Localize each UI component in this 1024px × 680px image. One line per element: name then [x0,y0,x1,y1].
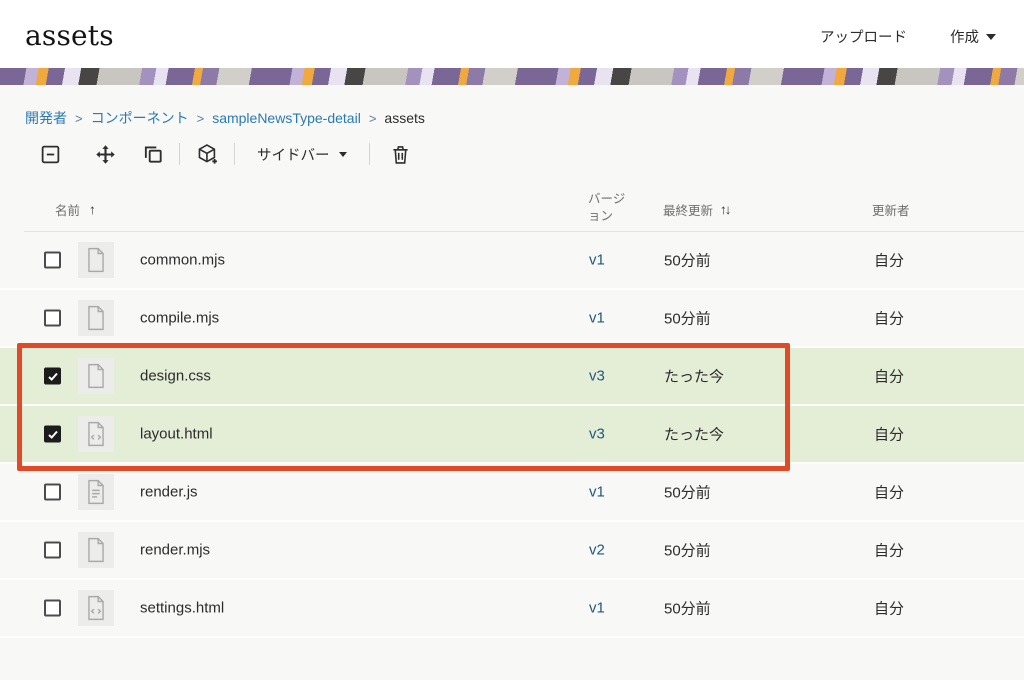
column-header-modifier[interactable]: 更新者 [872,200,910,219]
modified-by: 自分 [874,482,904,503]
app-header: assets アップロード 作成 [0,0,1024,68]
last-modified: たった今 [664,366,724,387]
delete-button[interactable] [390,141,411,167]
modified-by: 自分 [874,598,904,619]
row-checkbox-checked[interactable] [44,426,61,443]
column-header-name-label: 名前 [55,200,80,219]
copy-icon [142,143,164,165]
column-header-modified-label: 最終更新 [663,200,713,219]
file-name[interactable]: common.mjs [140,252,225,269]
page-title: assets [25,19,114,52]
cube-add-icon [196,143,219,166]
last-modified: 50分前 [664,540,711,561]
deselect-icon [40,144,61,165]
move-icon [95,144,116,165]
breadcrumb-assets-current: assets [384,110,424,126]
version-link[interactable]: v1 [589,310,605,327]
componentize-button[interactable] [196,141,219,167]
file-name[interactable]: render.mjs [140,542,210,559]
toolbar-divider [369,143,370,165]
copy-button[interactable] [142,141,164,167]
version-link[interactable]: v2 [589,542,605,559]
column-header-modified[interactable]: 最終更新 ↑↓ [663,200,730,219]
move-button[interactable] [95,141,116,167]
last-modified: 50分前 [664,482,711,503]
file-name[interactable]: render.js [140,484,198,501]
file-blank-icon [78,532,114,568]
table-row[interactable]: render.js v1 50分前 自分 [0,464,1024,522]
table-row[interactable]: compile.mjs v1 50分前 自分 [0,290,1024,348]
row-checkbox[interactable] [44,310,61,327]
upload-button[interactable]: アップロード [820,26,907,47]
column-header-version[interactable]: バージョン [588,191,636,225]
modified-by: 自分 [874,308,904,329]
row-checkbox[interactable] [44,542,61,559]
toolbar-divider [234,143,235,165]
create-button-label: 作成 [950,26,979,47]
file-blank-icon [78,358,114,394]
sidebar-dropdown-label: サイドバー [257,144,330,165]
breadcrumb-components[interactable]: コンポーネント [91,108,189,128]
last-modified: 50分前 [664,250,711,271]
file-text-icon [78,474,114,510]
file-name[interactable]: compile.mjs [140,310,219,327]
file-list: common.mjs v1 50分前 自分 compile.mjs v1 50分… [0,232,1024,638]
sidebar-dropdown-button[interactable]: サイドバー [257,141,347,167]
last-modified: 50分前 [664,308,711,329]
last-modified: 50分前 [664,598,711,619]
toolbar-divider [179,143,180,165]
table-row-selected[interactable]: design.css v3 たった今 自分 [0,348,1024,406]
modified-by: 自分 [874,366,904,387]
file-code-icon [78,590,114,626]
table-row[interactable]: settings.html v1 50分前 自分 [0,580,1024,638]
row-checkbox[interactable] [44,600,61,617]
breadcrumb-separator: > [361,111,385,126]
banner-image [0,68,1024,85]
table-row[interactable]: render.mjs v2 50分前 自分 [0,522,1024,580]
create-button[interactable]: 作成 [950,26,996,47]
selection-toolbar: サイドバー [40,141,411,167]
version-link[interactable]: v1 [589,484,605,501]
version-link[interactable]: v1 [589,252,605,269]
last-modified: たった今 [664,424,724,445]
row-checkbox-checked[interactable] [44,368,61,385]
file-name[interactable]: layout.html [140,426,213,443]
breadcrumb-separator: > [67,111,91,126]
modified-by: 自分 [874,250,904,271]
modified-by: 自分 [874,424,904,445]
deselect-button[interactable] [40,141,61,167]
file-name[interactable]: settings.html [140,600,224,617]
breadcrumb-separator: > [189,111,213,126]
breadcrumb-samplenewstype-detail[interactable]: sampleNewsType-detail [212,110,361,126]
chevron-down-icon [986,34,996,40]
table-row-selected[interactable]: layout.html v3 たった今 自分 [0,406,1024,464]
version-link[interactable]: v3 [589,368,605,385]
file-blank-icon [78,300,114,336]
file-name[interactable]: design.css [140,368,211,385]
modified-by: 自分 [874,540,904,561]
row-checkbox[interactable] [44,484,61,501]
column-header-name[interactable]: 名前 ↑ [55,200,94,219]
sort-both-icon: ↑↓ [720,202,730,217]
upload-button-label: アップロード [820,26,907,47]
table-row[interactable]: common.mjs v1 50分前 自分 [0,232,1024,290]
breadcrumb-developers[interactable]: 開発者 [25,108,67,128]
assets-page: assets アップロード 作成 開発者 > コンポーネント > sampleN… [0,0,1024,680]
sort-ascending-icon: ↑ [89,202,94,217]
file-blank-icon [78,242,114,278]
row-checkbox[interactable] [44,252,61,269]
chevron-down-icon [339,152,347,157]
version-link[interactable]: v1 [589,600,605,617]
file-code-icon [78,416,114,452]
breadcrumb: 開発者 > コンポーネント > sampleNewsType-detail > … [25,108,425,128]
trash-icon [390,144,411,165]
version-link[interactable]: v3 [589,426,605,443]
